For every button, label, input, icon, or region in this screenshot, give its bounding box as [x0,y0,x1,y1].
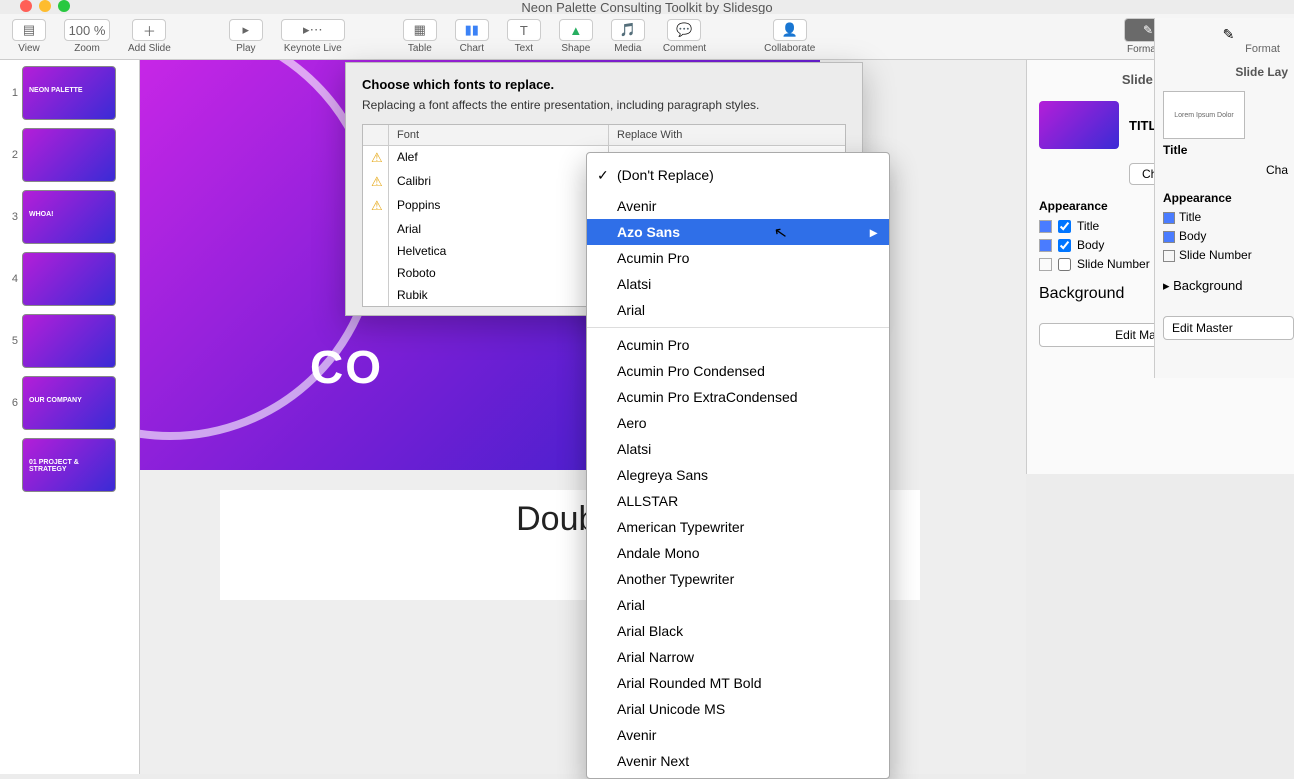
font-option[interactable]: Avenir Next [587,748,889,774]
chart-button[interactable]: ▮▮Chart [455,19,489,54]
font-option[interactable]: Acumin Pro Condensed [587,358,889,384]
title-checkbox-2[interactable]: Title [1163,210,1294,224]
font-option[interactable]: Arial [587,297,889,323]
appearance-heading-2: Appearance [1163,191,1294,205]
slide-thumb-5[interactable]: 5 [0,314,139,368]
col-replace: Replace With [609,125,845,145]
inspector-secondary: ✎ Format Slide Lay Lorem Ipsum Dolor Tit… [1154,18,1294,378]
font-replace-dropdown[interactable]: (Don't Replace)AvenirAzo SansAcumin ProA… [586,152,890,779]
change-button-2[interactable]: Cha [1163,163,1294,177]
font-option[interactable]: Aero [587,410,889,436]
play-button[interactable]: ▸Play [229,19,263,54]
font-option[interactable]: Avenir [587,722,889,748]
view-button[interactable]: ▤View [12,19,46,54]
document-title: Neon Palette Consulting Toolkit by Slide… [0,0,1294,15]
font-option[interactable]: Alegreya Sans [587,462,889,488]
font-option[interactable]: Alatsi [587,271,889,297]
comment-button[interactable]: 💬Comment [663,19,706,54]
slide-layout-tab[interactable]: Slide Lay [1163,65,1294,79]
font-option[interactable]: (Don't Replace) [587,162,889,188]
collaborate-button[interactable]: 👤Collaborate [764,19,815,54]
font-option[interactable]: American Typewriter [587,514,889,540]
master-thumbnail[interactable] [1039,101,1119,149]
font-option[interactable]: Alatsi [587,436,889,462]
background-label: Background [1039,285,1124,303]
media-button[interactable]: 🎵Media [611,19,645,54]
slide-thumb-7[interactable]: 01 PROJECT & STRATEGY [0,438,139,492]
slide-thumb-3[interactable]: 3WHOA! [0,190,139,244]
font-option[interactable]: Arial [587,592,889,618]
table-button[interactable]: ▦Table [403,19,437,54]
slide-thumb-2[interactable]: 2 [0,128,139,182]
shape-button[interactable]: ▲Shape [559,19,593,54]
edit-master-button-2[interactable]: Edit Master [1163,316,1294,340]
font-option[interactable]: Acumin Pro [587,332,889,358]
add-slide-button[interactable]: ＋Add Slide [128,19,171,54]
font-option[interactable]: Arial Rounded MT Bold [587,670,889,696]
font-option[interactable]: Acumin Pro ExtraCondensed [587,384,889,410]
background-disclosure[interactable]: ▸ Background [1163,278,1294,294]
col-font: Font [389,125,609,145]
dialog-subtext: Replacing a font affects the entire pres… [362,98,846,112]
font-option[interactable]: Arial Narrow [587,644,889,670]
zoom-button[interactable]: 100 %Zoom [64,19,110,54]
slide-thumb-1[interactable]: 1NEON PALETTE [0,66,139,120]
mini-master-thumb[interactable]: Lorem Ipsum Dolor [1163,91,1245,139]
slide-number-checkbox-2[interactable]: Slide Number [1163,248,1294,262]
slide-thumb-6[interactable]: 6OUR COMPANY [0,376,139,430]
font-option[interactable]: Another Typewriter [587,566,889,592]
font-option[interactable]: Avenir [587,193,889,219]
body-checkbox-2[interactable]: Body [1163,229,1294,243]
font-option[interactable]: ALLSTAR [587,488,889,514]
keynote-live-button[interactable]: ▸⋯Keynote Live [281,19,345,54]
format-label: Format [1163,43,1294,55]
text-button[interactable]: TText [507,19,541,54]
slide-thumb-4[interactable]: 4 [0,252,139,306]
slide-navigator[interactable]: 1NEON PALETTE 2 3WHOA! 4 5 6OUR COMPANY 01 PRO… [0,60,140,774]
dialog-heading: Choose which fonts to replace. [362,77,846,92]
slide-text: CO [310,340,383,394]
toolbar: ▤View 100 %Zoom ＋Add Slide ▸Play ▸⋯Keyno… [0,14,1294,60]
font-option[interactable]: Acumin Pro [587,245,889,271]
font-option[interactable]: Azo Sans [587,219,889,245]
font-option[interactable]: Arial Unicode MS [587,696,889,722]
font-option[interactable]: Arial Black [587,618,889,644]
font-option[interactable]: Andale Mono [587,540,889,566]
